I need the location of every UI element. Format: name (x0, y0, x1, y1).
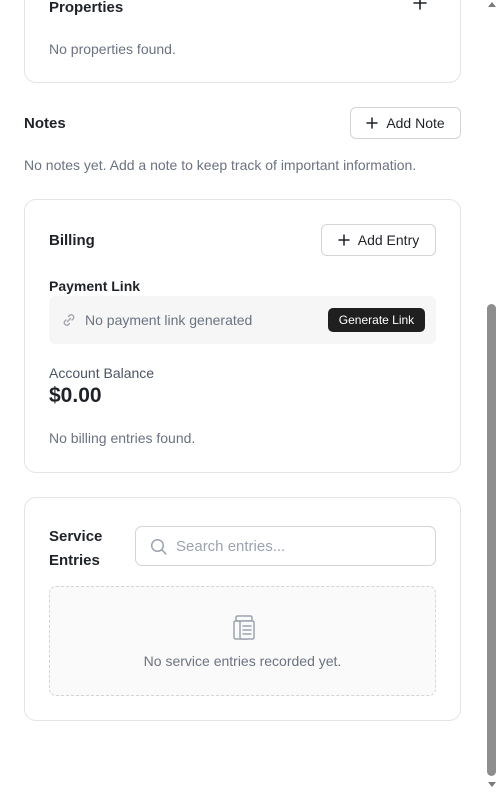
add-entry-button[interactable]: Add Entry (321, 224, 436, 256)
link-icon (63, 314, 75, 326)
payment-link-box: No payment link generated Generate Link (49, 296, 436, 344)
add-note-button[interactable]: Add Note (350, 107, 461, 139)
billing-card: Billing Add Entry Payment Link No paymen… (24, 199, 461, 473)
service-entries-card: Service Entries No service entries recor… (24, 497, 461, 721)
plus-icon (366, 117, 379, 129)
plus-icon (338, 234, 350, 246)
search-icon (150, 538, 167, 555)
payment-link-label: Payment Link (49, 278, 141, 294)
billing-empty-text: No billing entries found. (49, 430, 196, 446)
search-input[interactable] (176, 527, 426, 565)
properties-card: Properties No properties found. (24, 0, 461, 83)
scrollbar-thumb[interactable] (487, 304, 496, 776)
scroll-up-arrow-icon[interactable] (487, 0, 497, 8)
service-empty-text: No service entries recorded yet. (143, 653, 342, 669)
clipboard-list-icon (233, 615, 255, 640)
add-entry-label: Add Entry (357, 232, 420, 248)
plus-icon[interactable] (413, 0, 427, 10)
scroll-down-arrow-icon[interactable] (487, 781, 497, 789)
properties-empty-text: No properties found. (49, 41, 176, 57)
service-empty-state: No service entries recorded yet. (49, 586, 436, 696)
add-note-label: Add Note (386, 115, 445, 131)
service-entries-title: Service Entries (49, 528, 103, 569)
notes-title: Notes (24, 115, 66, 132)
search-field (135, 526, 436, 566)
payment-link-status: No payment link generated (85, 312, 253, 328)
account-balance-label: Account Balance (49, 365, 155, 381)
account-balance-value: $0.00 (49, 384, 102, 407)
generate-link-button[interactable]: Generate Link (328, 308, 425, 332)
billing-title: Billing (49, 232, 95, 249)
properties-title: Properties (49, 0, 124, 16)
notes-empty-text: No notes yet. Add a note to keep track o… (24, 157, 417, 173)
